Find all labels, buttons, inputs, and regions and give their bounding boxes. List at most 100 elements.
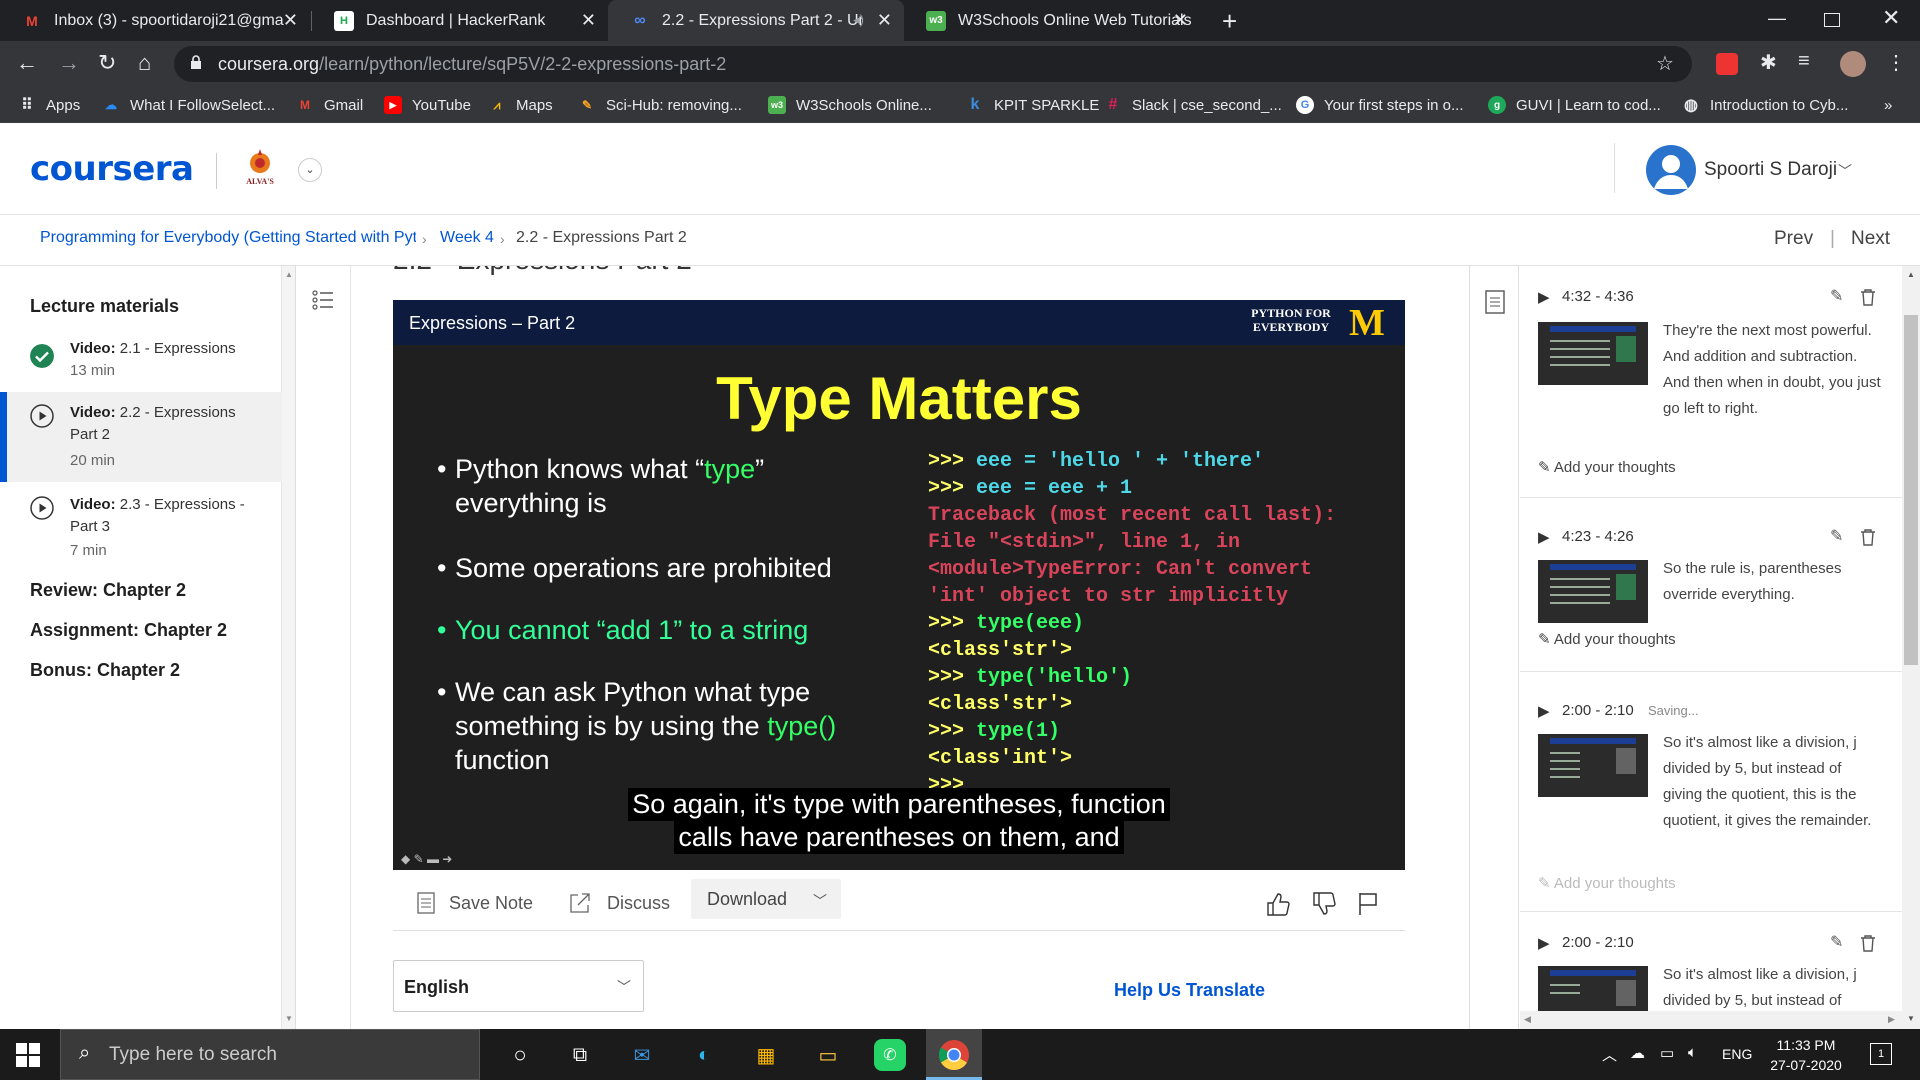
media-control-icon[interactable]: ≡ bbox=[1798, 50, 1810, 73]
play-icon[interactable]: ▶ bbox=[1538, 702, 1550, 720]
sidebar-scrollbar[interactable]: ▲ ▼ bbox=[282, 266, 296, 1029]
thumbs-up-icon[interactable] bbox=[1265, 891, 1291, 917]
volume-icon[interactable]: 🔈︎ bbox=[1688, 1044, 1697, 1061]
play-icon[interactable]: ▶ bbox=[1538, 934, 1550, 952]
tab-coursera-active[interactable]: ∞ 2.2 - Expressions Part 2 - Uni ◂) ✕ bbox=[608, 0, 904, 41]
prev-button[interactable]: Prev bbox=[1774, 228, 1813, 250]
onedrive-cloud-icon[interactable]: ☁ bbox=[1630, 1044, 1645, 1062]
task-view-icon[interactable]: ⧉ bbox=[564, 1039, 596, 1071]
save-note-button[interactable]: Save Note bbox=[417, 885, 533, 921]
edge-icon[interactable]: ◐ bbox=[688, 1039, 720, 1071]
tab-hackerrank[interactable]: H Dashboard | HackerRank ✕ bbox=[312, 0, 608, 41]
note-thumbnail[interactable] bbox=[1538, 966, 1648, 1011]
play-icon[interactable]: ▶ bbox=[1538, 288, 1550, 306]
bookmark-google[interactable]: G Your first steps in o... bbox=[1296, 87, 1464, 123]
bookmark-youtube[interactable]: ▶ YouTube bbox=[384, 87, 471, 123]
more-bookmarks-icon[interactable]: » bbox=[1884, 87, 1892, 123]
bookmark-maps[interactable]: ⩘ Maps bbox=[488, 87, 553, 123]
tab-w3schools[interactable]: w3 W3Schools Online Web Tutorials ✕ bbox=[904, 0, 1200, 41]
maximize-icon[interactable] bbox=[1824, 13, 1840, 27]
bookmark-kpit[interactable]: k KPIT SPARKLE bbox=[966, 87, 1100, 123]
bookmark-scihub[interactable]: ✎ Sci-Hub: removing... bbox=[578, 87, 742, 123]
bookmark-slack[interactable]: # Slack | cse_second_... bbox=[1104, 87, 1282, 123]
flag-icon[interactable] bbox=[1355, 891, 1381, 917]
windows-start-icon[interactable] bbox=[16, 1043, 40, 1067]
sidebar-item-review[interactable]: Review: Chapter 2 bbox=[30, 580, 186, 601]
reload-icon[interactable]: ↻ bbox=[98, 51, 116, 75]
note-timestamp[interactable]: 4:23 - 4:26 bbox=[1562, 528, 1634, 545]
sidebar-item-bonus[interactable]: Bonus: Chapter 2 bbox=[30, 660, 180, 681]
profile-avatar-icon[interactable] bbox=[1840, 51, 1866, 77]
note-timestamp[interactable]: 2:00 - 2:10 bbox=[1562, 702, 1634, 719]
bookmark-intro-cyber[interactable]: ◍ Introduction to Cyb... bbox=[1682, 87, 1848, 123]
download-dropdown[interactable]: Download ﹀ bbox=[691, 879, 841, 919]
address-bar[interactable]: coursera.org/learn/python/lecture/sqP5V/… bbox=[174, 46, 1692, 82]
new-tab-icon[interactable]: + bbox=[1222, 6, 1237, 37]
bookmark-gmail[interactable]: M Gmail bbox=[296, 87, 363, 123]
sidebar-item-lesson-1[interactable]: Video: 2.1 - Expressions 13 min bbox=[0, 338, 282, 398]
close-tab-icon[interactable]: ✕ bbox=[581, 10, 596, 31]
cortana-icon[interactable]: ○ bbox=[504, 1039, 536, 1071]
breadcrumb-course-link[interactable]: Programming for Everybody (Getting Start… bbox=[40, 229, 416, 247]
notes-horizontal-scrollbar[interactable]: ◀ ▶ bbox=[1520, 1011, 1902, 1029]
sidebar-item-assignment[interactable]: Assignment: Chapter 2 bbox=[30, 620, 227, 641]
note-thumbnail[interactable] bbox=[1538, 560, 1648, 623]
add-thoughts-link[interactable]: ✎ Add your thoughts bbox=[1538, 630, 1676, 648]
note-thumbnail[interactable] bbox=[1538, 322, 1648, 385]
network-icon[interactable]: ▭ bbox=[1660, 1044, 1674, 1062]
transcript-icon[interactable] bbox=[1485, 290, 1505, 314]
coursera-logo[interactable]: coursera bbox=[30, 149, 194, 189]
tab-gmail[interactable]: M Inbox (3) - spoortidaroji21@gma ✕ bbox=[0, 0, 310, 41]
chevron-down-icon[interactable]: ⌄ bbox=[298, 158, 322, 182]
mail-icon[interactable]: ✉ bbox=[626, 1039, 658, 1071]
discuss-button[interactable]: Discuss bbox=[569, 885, 670, 921]
close-window-icon[interactable]: ✕ bbox=[1882, 5, 1900, 31]
store-icon[interactable]: ▦ bbox=[750, 1039, 782, 1071]
edit-pencil-icon[interactable]: ✎ bbox=[1830, 526, 1843, 546]
add-thoughts-link[interactable]: ✎ Add your thoughts bbox=[1538, 458, 1676, 476]
edit-pencil-icon[interactable]: ✎ bbox=[1830, 932, 1843, 952]
forward-icon[interactable]: → bbox=[58, 51, 80, 75]
trash-icon[interactable] bbox=[1860, 528, 1876, 546]
thumbs-down-icon[interactable] bbox=[1311, 891, 1337, 917]
bookmark-star-icon[interactable]: ☆ bbox=[1656, 51, 1674, 76]
close-tab-icon[interactable]: ✕ bbox=[283, 10, 298, 31]
bookmark-apps[interactable]: ⠿ Apps bbox=[18, 87, 80, 123]
next-button[interactable]: Next bbox=[1851, 228, 1890, 250]
close-tab-icon[interactable]: ✕ bbox=[1173, 10, 1188, 31]
slide-nav-icons[interactable]: ◆ ✎ ▬ ➜ bbox=[401, 852, 452, 866]
list-outline-icon[interactable] bbox=[311, 288, 335, 312]
note-thumbnail[interactable] bbox=[1538, 734, 1648, 797]
file-explorer-icon[interactable]: ▭ bbox=[812, 1039, 844, 1071]
chevron-down-icon[interactable]: ﹀ bbox=[1838, 161, 1852, 181]
menu-kebab-icon[interactable]: ⋮ bbox=[1886, 50, 1906, 75]
note-timestamp[interactable]: 2:00 - 2:10 bbox=[1562, 934, 1634, 951]
edit-pencil-icon[interactable]: ✎ bbox=[1830, 286, 1843, 306]
whatsapp-icon[interactable]: ✆ bbox=[874, 1039, 906, 1071]
sidebar-item-lesson-3[interactable]: Video: 2.3 - Expressions - Part 3 7 min bbox=[0, 490, 282, 570]
user-name[interactable]: Spoorti S Daroji bbox=[1704, 159, 1837, 181]
trash-icon[interactable] bbox=[1860, 934, 1876, 952]
sidebar-item-lesson-2[interactable]: Video: 2.2 - Expressions Part 2 20 min bbox=[0, 392, 282, 482]
chrome-taskbar-button[interactable] bbox=[926, 1029, 982, 1080]
play-icon[interactable]: ▶ bbox=[1538, 528, 1550, 546]
extensions-puzzle-icon[interactable]: ✱ bbox=[1760, 50, 1777, 75]
breadcrumb-week-link[interactable]: Week 4 bbox=[440, 229, 494, 247]
help-translate-link[interactable]: Help Us Translate bbox=[1114, 980, 1265, 1001]
add-thoughts-link[interactable]: ✎ Add your thoughts bbox=[1538, 874, 1676, 892]
notification-center-icon[interactable]: 1 bbox=[1870, 1043, 1892, 1065]
scrollbar-thumb[interactable] bbox=[1904, 315, 1918, 665]
note-timestamp[interactable]: 4:32 - 4:36 bbox=[1562, 288, 1634, 305]
system-clock[interactable]: 11:33 PM 27-07-2020 bbox=[1756, 1035, 1856, 1075]
language-select[interactable]: English ﹀ bbox=[393, 960, 644, 1012]
trash-icon[interactable] bbox=[1860, 288, 1876, 306]
bookmark-w3schools[interactable]: w3 W3Schools Online... bbox=[768, 87, 932, 123]
tray-expand-icon[interactable]: ︿ bbox=[1602, 1044, 1617, 1065]
bookmark-followselect[interactable]: ☁ What I FollowSelect... bbox=[102, 87, 275, 123]
pocket-extension-icon[interactable] bbox=[1716, 53, 1738, 75]
close-tab-icon[interactable]: ✕ bbox=[877, 10, 892, 31]
video-player[interactable]: Expressions – Part 2 PYTHON FOR EVERYBOD… bbox=[393, 300, 1405, 870]
minimize-icon[interactable]: — bbox=[1768, 8, 1786, 29]
bookmark-guvi[interactable]: g GUVI | Learn to cod... bbox=[1488, 87, 1661, 123]
taskbar-search-input[interactable]: ⌕ Type here to search bbox=[60, 1029, 480, 1080]
